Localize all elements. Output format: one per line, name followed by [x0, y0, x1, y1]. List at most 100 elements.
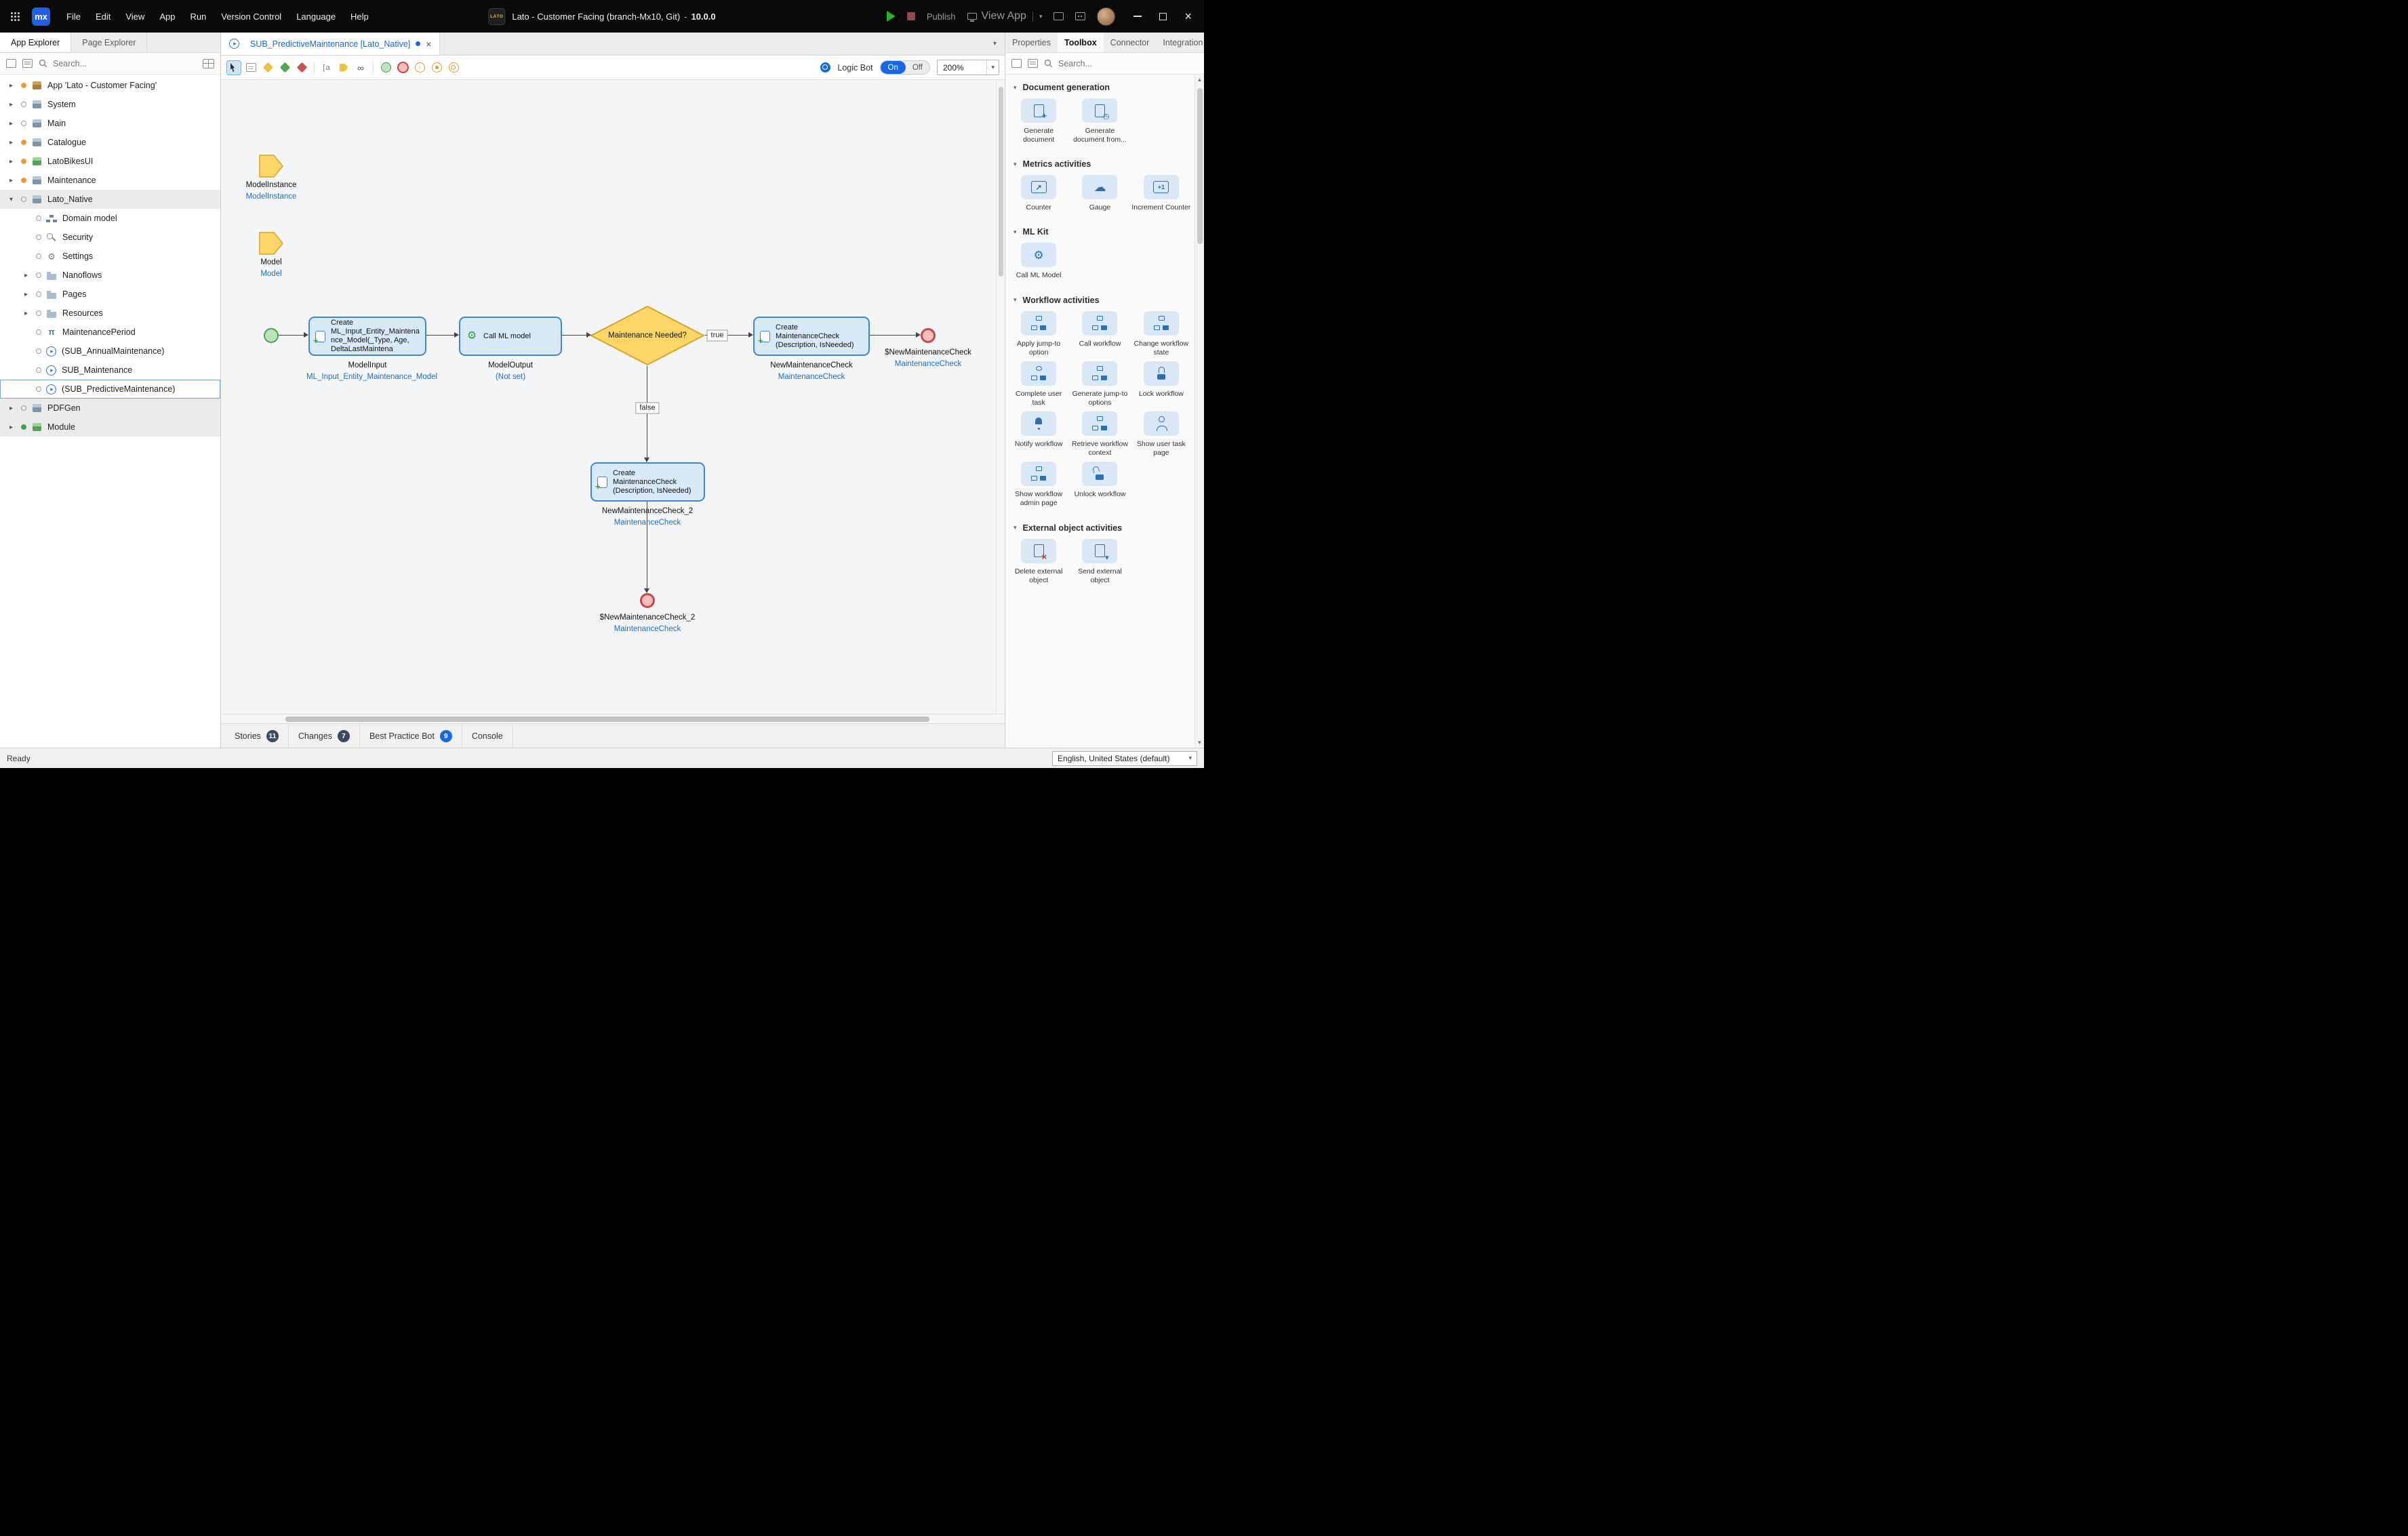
section-header-external-object-activities[interactable]: ▾ External object activities: [1005, 515, 1195, 539]
activity-create-maintenancecheck[interactable]: Create MaintenanceCheck (Description, Is…: [753, 317, 870, 356]
toggle-on[interactable]: On: [880, 61, 906, 74]
explorer-tab-app[interactable]: App Explorer: [0, 33, 72, 52]
panel-tab-integration[interactable]: Integration: [1156, 33, 1204, 52]
loop-tool-icon[interactable]: [353, 60, 368, 75]
text-annotation-tool-icon[interactable]: [319, 60, 334, 75]
collapse-all-icon[interactable]: [6, 59, 16, 68]
minimize-button[interactable]: [1133, 16, 1142, 17]
toolbox-search-input[interactable]: [1057, 58, 1198, 69]
menu-language[interactable]: Language: [296, 12, 336, 22]
menu-run[interactable]: Run: [190, 12, 206, 22]
annotation-tool-icon[interactable]: [243, 60, 258, 75]
start-event-tool-icon[interactable]: [378, 60, 393, 75]
publish-button[interactable]: Publish: [927, 12, 956, 22]
scroll-down-icon[interactable]: ▼: [1195, 740, 1204, 746]
menu-edit[interactable]: Edit: [96, 12, 111, 22]
tree-item-sub-predictivemaintenance[interactable]: (SUB_PredictiveMaintenance): [0, 380, 220, 399]
continue-event-tool-icon[interactable]: [412, 60, 427, 75]
tree-item-resources[interactable]: ▸ Resources: [0, 304, 220, 323]
menu-help[interactable]: Help: [350, 12, 369, 22]
toolbox-scrollbar[interactable]: ▲ ▼: [1195, 75, 1204, 748]
tree-item-system[interactable]: ▸ System: [0, 95, 220, 114]
toolbox-item-generate-document[interactable]: Generate document: [1008, 98, 1069, 144]
toolbox-tile[interactable]: [1082, 538, 1118, 563]
bottom-tab-best-practice-bot[interactable]: Best Practice Bot 9: [360, 724, 462, 748]
expand-chevron-icon[interactable]: ▾: [9, 196, 20, 203]
microflow-canvas[interactable]: ModelInstance ModelInstance Model Model …: [221, 80, 1005, 714]
toolbox-item-retrieve-workflow-context[interactable]: Retrieve workflow context: [1069, 411, 1130, 458]
toolbox-tile[interactable]: [1021, 175, 1057, 200]
widgets-icon[interactable]: [1075, 12, 1086, 20]
tree-item-pages[interactable]: ▸ Pages: [0, 285, 220, 304]
toolbox-tile[interactable]: [1082, 175, 1118, 200]
tree-item-maintenanceperiod[interactable]: MaintenancePeriod: [0, 323, 220, 342]
tree-item-sub-annualmaintenance[interactable]: (SUB_AnnualMaintenance): [0, 342, 220, 361]
toolbox-tile[interactable]: [1021, 411, 1057, 436]
panel-tab-connector[interactable]: Connector: [1104, 33, 1157, 52]
tree-item-settings[interactable]: Settings: [0, 247, 220, 266]
expand-chevron-icon[interactable]: ▸: [9, 177, 20, 184]
parameter-tool-icon[interactable]: [336, 60, 351, 75]
toolbox-item-show-workflow-admin-page[interactable]: Show workflow admin page: [1008, 462, 1069, 508]
pin-panel-icon[interactable]: [1028, 59, 1038, 68]
toolbox-tile[interactable]: [1021, 243, 1057, 268]
devices-icon[interactable]: [1054, 12, 1064, 20]
sequence-flow-edge[interactable]: [562, 335, 586, 336]
sequence-flow-edge[interactable]: [279, 335, 304, 336]
toolbox-item-show-user-task-page[interactable]: Show user task page: [1131, 411, 1192, 458]
toolbox-tile[interactable]: [1082, 462, 1118, 487]
bottom-tab-stories[interactable]: Stories 11: [225, 724, 289, 748]
toolbox-tile[interactable]: [1021, 538, 1057, 563]
tree-item-maintenance[interactable]: ▸ Maintenance: [0, 171, 220, 190]
toolbox-item-increment-counter[interactable]: Increment Counter: [1131, 175, 1192, 212]
collapse-all-icon[interactable]: [1011, 59, 1022, 68]
chevron-down-icon[interactable]: ▾: [986, 60, 999, 75]
toolbox-tile[interactable]: [1082, 411, 1118, 436]
scroll-up-icon[interactable]: ▲: [1195, 77, 1204, 83]
select-tool-icon[interactable]: [226, 60, 241, 75]
tree-item-nanoflows[interactable]: ▸ Nanoflows: [0, 266, 220, 285]
tree-item-domain-model[interactable]: Domain model: [0, 209, 220, 228]
toolbox-item-delete-external-object[interactable]: Delete external object: [1008, 538, 1069, 585]
activity-create-maintenancecheck-2[interactable]: Create MaintenanceCheck (Description, Is…: [590, 462, 705, 502]
canvas-horizontal-scrollbar[interactable]: [221, 714, 1005, 723]
chevron-down-icon[interactable]: ▾: [1188, 754, 1192, 762]
run-button[interactable]: [886, 11, 896, 22]
toolbox-tile[interactable]: [1021, 361, 1057, 386]
panel-tab-toolbox[interactable]: Toolbox: [1057, 33, 1104, 52]
decision-tool-icon[interactable]: [260, 60, 275, 75]
chevron-down-icon[interactable]: ▾: [1039, 13, 1043, 20]
toolbox-item-gauge[interactable]: Gauge: [1069, 175, 1130, 212]
toolbox-item-unlock-workflow[interactable]: Unlock workflow: [1069, 462, 1130, 508]
close-tab-icon[interactable]: ×: [426, 39, 431, 49]
close-button[interactable]: ×: [1184, 10, 1192, 22]
user-avatar[interactable]: [1097, 7, 1116, 26]
toolbox-item-change-workflow-state[interactable]: Change workflow state: [1131, 310, 1192, 357]
logic-bot-toggle[interactable]: On Off: [879, 60, 930, 75]
toolbox-item-complete-user-task[interactable]: Complete user task: [1008, 361, 1069, 407]
activity-create-model-input[interactable]: Create ML_Input_Entity_Maintenance_Model…: [308, 317, 426, 356]
tree-item-security[interactable]: Security: [0, 228, 220, 247]
scrollbar-thumb[interactable]: [285, 716, 929, 722]
tree-item-sub-maintenance[interactable]: SUB_Maintenance: [0, 361, 220, 380]
toolbox-tile[interactable]: [1021, 98, 1057, 123]
sequence-flow-edge[interactable]: [426, 335, 454, 336]
scrollbar-thumb[interactable]: [1197, 88, 1203, 244]
tree-item-catalogue[interactable]: ▸ Catalogue: [0, 133, 220, 152]
apps-grid-icon[interactable]: [11, 12, 20, 21]
view-app-button[interactable]: View App ▾: [967, 10, 1043, 22]
toolbar-separator[interactable]: [373, 61, 374, 74]
bottom-tab-changes[interactable]: Changes 7: [289, 724, 360, 748]
timer-event-tool-icon[interactable]: [446, 60, 461, 75]
expand-chevron-icon[interactable]: ▸: [24, 272, 35, 279]
toolbox-item-notify-workflow[interactable]: Notify workflow: [1008, 411, 1069, 458]
tree-item-pdfgen[interactable]: ▸ PDFGen: [0, 399, 220, 418]
start-event-node[interactable]: [264, 328, 279, 343]
tree-item-lato-native[interactable]: ▾ Lato_Native: [0, 190, 220, 209]
canvas-vertical-scrollbar[interactable]: [996, 80, 1005, 714]
toolbox-tile[interactable]: [1143, 411, 1179, 436]
tree-item-app-root[interactable]: ▸ App 'Lato - Customer Facing': [0, 76, 220, 95]
language-select[interactable]: English, United States (default) ▾: [1052, 750, 1197, 766]
activity-call-ml-model[interactable]: Call ML model: [459, 317, 562, 356]
expand-chevron-icon[interactable]: ▸: [24, 310, 35, 317]
